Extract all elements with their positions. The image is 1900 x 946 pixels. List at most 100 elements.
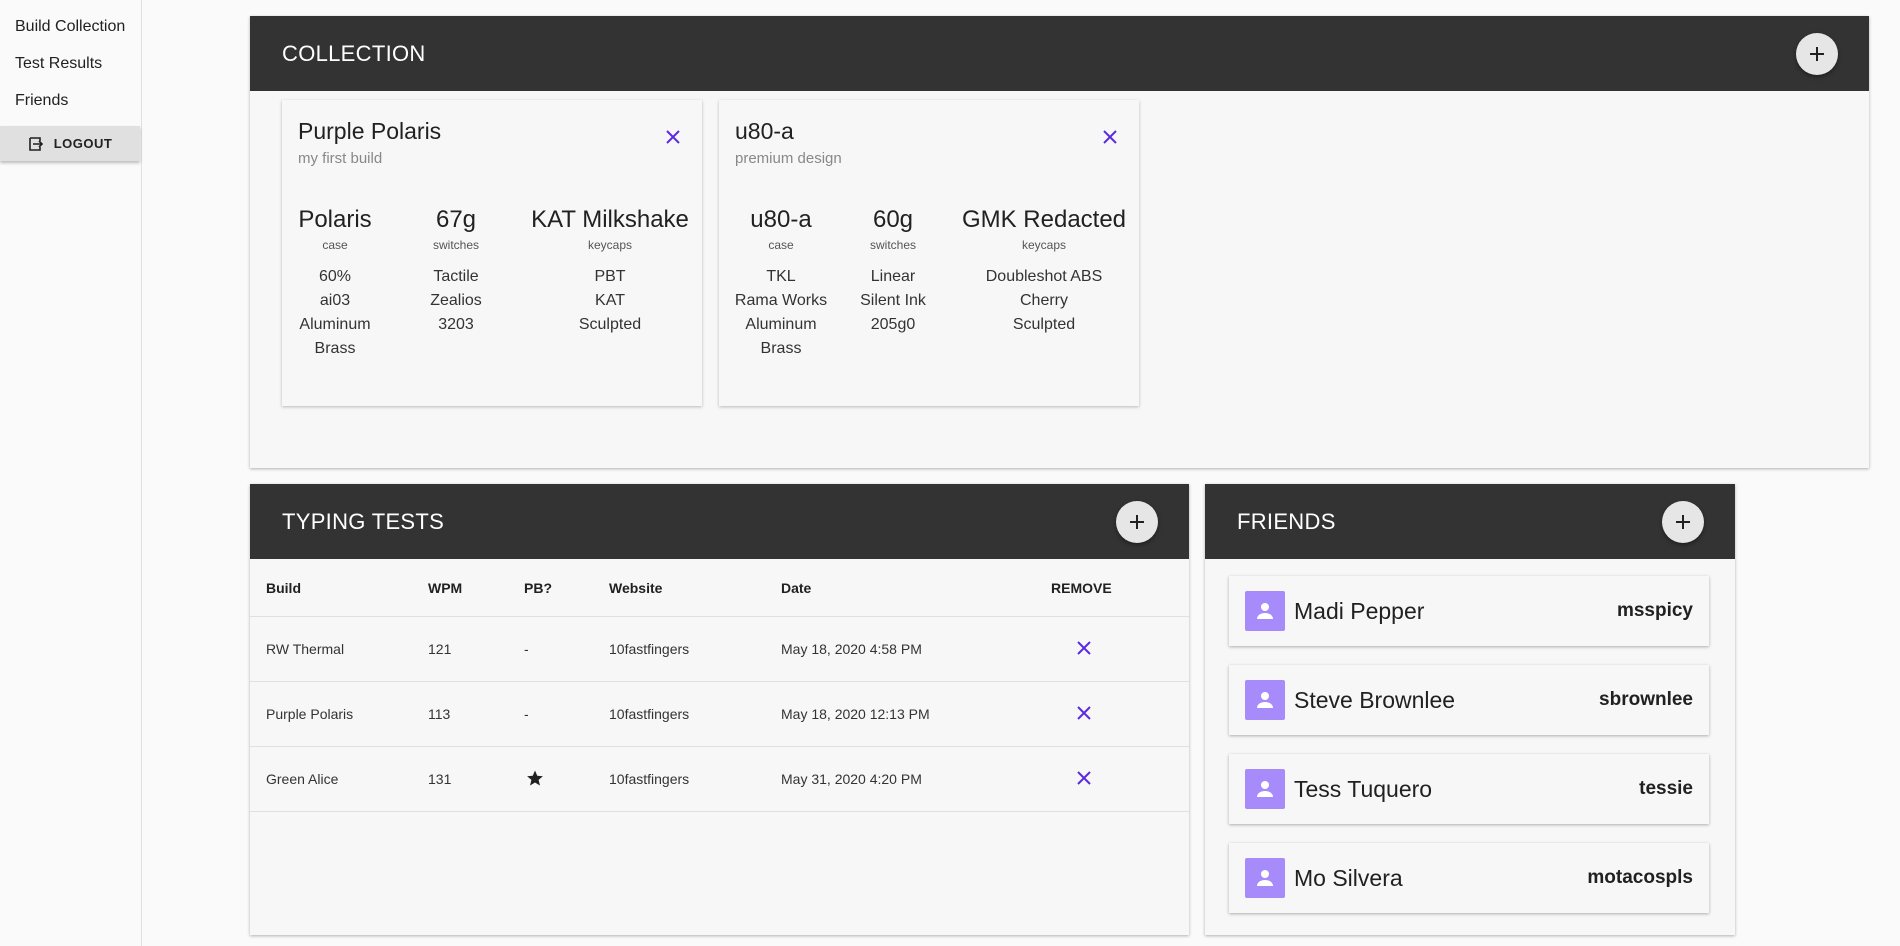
sidebar-item-build-collection[interactable]: Build Collection [0, 8, 141, 45]
friend-item[interactable]: Steve Brownlee sbrownlee [1229, 665, 1709, 735]
build-name: u80-a [735, 118, 794, 144]
friend-item[interactable]: Madi Pepper msspicy [1229, 576, 1709, 646]
remove-build-button[interactable] [1103, 130, 1117, 144]
typing-tests-header: TYPING TESTS [250, 484, 1189, 559]
spec-detail: Silent Ink [860, 292, 926, 309]
cell-date: May 31, 2020 4:20 PM [781, 746, 1051, 812]
add-build-button[interactable] [1796, 32, 1838, 75]
cell-wpm: 113 [428, 681, 524, 747]
keycaps-label: keycaps [587, 238, 633, 252]
close-icon [1077, 705, 1091, 720]
remove-build-button[interactable] [666, 130, 680, 144]
case-name: u80-a [750, 206, 812, 233]
case-spec: Polaris case 60% ai03 Aluminum Brass [298, 206, 372, 361]
spec-detail: 205g0 [870, 316, 916, 333]
add-friend-button[interactable] [1662, 500, 1704, 543]
column-header-build: Build [266, 579, 301, 596]
keycaps-details: Doubleshot ABS Cherry Sculpted [961, 265, 1127, 337]
keycaps-details: PBT KAT Sculpted [528, 265, 692, 337]
person-icon [1245, 769, 1285, 809]
build-description: my first build [298, 150, 383, 167]
build-card: u80-a premium design u80-a case TKL Rama… [719, 100, 1139, 406]
cell-remove [1051, 616, 1189, 682]
cell-website: 10fastfingers [609, 681, 781, 747]
logout-icon [28, 136, 44, 152]
case-details: 60% ai03 Aluminum Brass [298, 265, 372, 361]
sidebar: Build Collection Test Results Friends LO… [0, 0, 142, 946]
build-description: premium design [735, 150, 842, 167]
plus-icon [1129, 514, 1145, 530]
case-name: Polaris [298, 206, 372, 233]
typing-tests-title: TYPING TESTS [282, 508, 445, 534]
logout-button[interactable]: LOGOUT [0, 126, 140, 161]
collection-header: COLLECTION [250, 16, 1869, 91]
spec-detail: Brass [314, 340, 356, 357]
spec-detail: Brass [760, 340, 802, 357]
case-details: TKL Rama Works Aluminum Brass [731, 265, 831, 361]
friend-name: Mo Silvera [1294, 864, 1403, 891]
remove-test-button[interactable] [1077, 770, 1091, 785]
column-header-website: Website [609, 579, 663, 596]
switches-spec: 67g switches Tactile Zealios 3203 [414, 206, 498, 337]
switches-name: 60g [872, 206, 914, 233]
spec-detail: 60% [318, 268, 352, 285]
switches-label: switches [869, 238, 916, 252]
cell-website: 10fastfingers [609, 746, 781, 812]
spec-detail: PBT [594, 268, 626, 285]
collection-title: COLLECTION [282, 40, 426, 66]
keycaps-label: keycaps [1021, 238, 1067, 252]
switches-name: 67g [435, 206, 477, 233]
spec-detail: Rama Works [734, 292, 828, 309]
column-header-date: Date [781, 579, 812, 596]
plus-icon [1809, 46, 1825, 62]
table-header-row: Build WPM PB? Website Date REMOVE [250, 559, 1189, 617]
friend-name: Steve Brownlee [1294, 686, 1456, 713]
sidebar-item-test-results[interactable]: Test Results [0, 45, 141, 82]
friends-panel: FRIENDS Madi Pepper msspicy Steve Brownl… [1205, 484, 1735, 935]
spec-detail: ai03 [319, 292, 351, 309]
friend-name: Madi Pepper [1294, 597, 1425, 624]
spec-detail: Cherry [1019, 292, 1068, 309]
typing-tests-panel: TYPING TESTS Build WPM PB? Website Date … [250, 484, 1189, 935]
remove-test-button[interactable] [1077, 705, 1091, 720]
cell-website: 10fastfingers [609, 616, 781, 682]
friend-handle: tessie [1639, 778, 1693, 799]
case-label: case [322, 238, 348, 252]
logout-label: LOGOUT [53, 136, 113, 151]
friend-handle: sbrownlee [1599, 689, 1693, 710]
friends-title: FRIENDS [1237, 508, 1336, 534]
typing-tests-table: Build WPM PB? Website Date REMOVE RW The… [250, 559, 1189, 812]
add-test-button[interactable] [1116, 500, 1158, 543]
spec-detail: Linear [870, 268, 916, 285]
remove-test-button[interactable] [1077, 640, 1091, 655]
spec-detail: Aluminum [745, 316, 817, 333]
collection-panel: COLLECTION Purple Polaris my first build… [250, 16, 1869, 468]
friend-item[interactable]: Tess Tuquero tessie [1229, 754, 1709, 824]
keycaps-spec: KAT Milkshake keycaps PBT KAT Sculpted [528, 206, 692, 337]
person-icon [1245, 680, 1285, 720]
keycaps-name: GMK Redacted [961, 206, 1127, 233]
close-icon [1077, 770, 1091, 785]
friend-item[interactable]: Mo Silvera motacospls [1229, 843, 1709, 913]
cell-remove [1051, 681, 1189, 747]
keycaps-spec: GMK Redacted keycaps Doubleshot ABS Cher… [961, 206, 1127, 337]
friend-handle: motacospls [1587, 867, 1693, 888]
switches-label: switches [432, 238, 479, 252]
spec-detail: Sculpted [578, 316, 642, 333]
switches-details: Linear Silent Ink 205g0 [851, 265, 935, 337]
star-icon [526, 769, 544, 787]
cell-pb: - [524, 681, 609, 747]
build-name: Purple Polaris [298, 118, 442, 144]
spec-detail: Tactile [433, 268, 479, 285]
column-header-remove: REMOVE [1051, 579, 1112, 596]
cell-wpm: 121 [428, 616, 524, 682]
cell-build: RW Thermal [250, 616, 428, 682]
close-icon [1103, 130, 1117, 144]
sidebar-item-friends[interactable]: Friends [0, 82, 141, 119]
spec-detail: Aluminum [299, 316, 371, 333]
cell-pb [524, 746, 609, 812]
cell-date: May 18, 2020 12:13 PM [781, 681, 1051, 747]
case-spec: u80-a case TKL Rama Works Aluminum Brass [731, 206, 831, 361]
cell-build: Green Alice [250, 746, 428, 812]
switches-details: Tactile Zealios 3203 [414, 265, 498, 337]
